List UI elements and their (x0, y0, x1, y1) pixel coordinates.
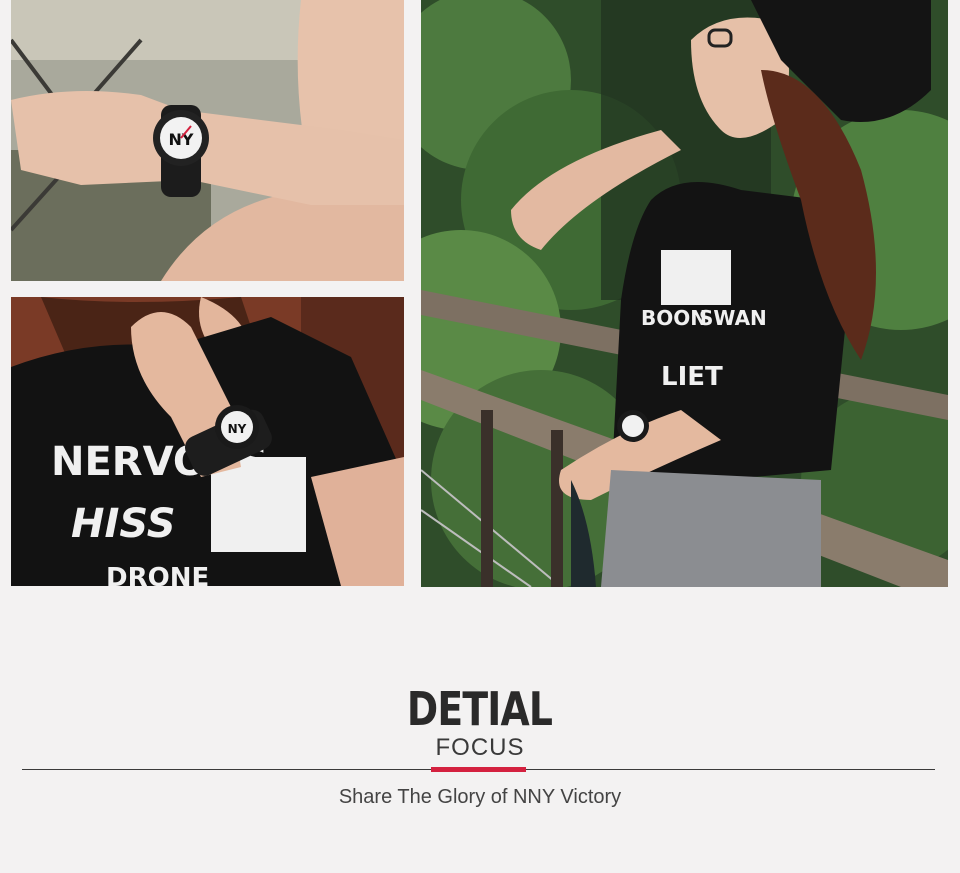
tshirt-watch-image: NERVOUS HISS DRONE NY (11, 297, 404, 586)
photo-tshirt-watch: NERVOUS HISS DRONE NY (11, 297, 404, 586)
section-heading: DETIAL (0, 682, 960, 736)
stairs-shirt-line3: LIET (661, 362, 723, 392)
section-title: DETIAL (407, 682, 553, 736)
wrist-watch-image: NY (11, 0, 404, 281)
woman-stairs-image: BOON SWAN LIET (421, 0, 948, 587)
shirt-text-line3: DRONE (106, 563, 209, 586)
svg-text:NY: NY (228, 422, 247, 436)
accent-underline (431, 767, 526, 772)
svg-text:NY: NY (169, 130, 194, 149)
stairs-shirt-line2: SWAN (699, 306, 767, 330)
section-tagline: Share The Glory of NNY Victory (338, 786, 622, 808)
photo-wrist-watch: NY (11, 0, 404, 281)
shirt-text-line2: HISS (71, 501, 176, 547)
stairs-shirt-line1: BOON (641, 306, 707, 330)
section-subtitle: FOCUS (435, 734, 525, 761)
photo-woman-stairs: BOON SWAN LIET (421, 0, 948, 587)
